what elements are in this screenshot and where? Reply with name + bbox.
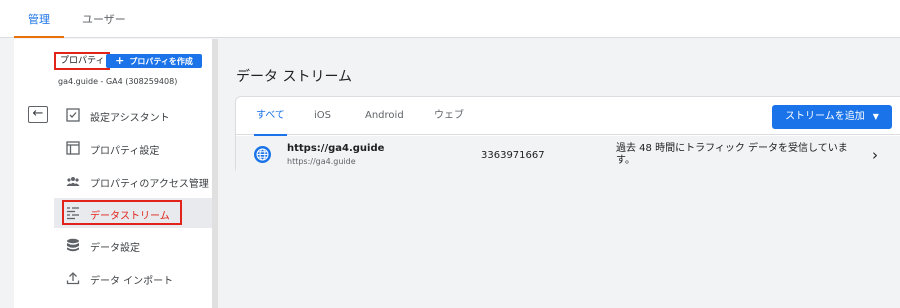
checklist-icon bbox=[66, 108, 80, 122]
stream-id: 3363971667 bbox=[481, 150, 545, 161]
sidebar-item-label: プロパティのアクセス管理 bbox=[90, 179, 209, 190]
sidebar-item-data-settings[interactable]: データ設定 bbox=[54, 230, 212, 260]
chevron-right-icon[interactable]: › bbox=[872, 146, 878, 164]
sidebar: プロパティ + プロパティを作成 ga4.guide - GA4 (3082594… bbox=[14, 39, 212, 308]
sidebar-item-label: プロパティ設定 bbox=[90, 146, 160, 157]
sidebar-item-label: データ設定 bbox=[90, 243, 140, 254]
tab-web[interactable]: ウェブ bbox=[434, 97, 464, 135]
tab-admin[interactable]: 管理 bbox=[14, 0, 64, 38]
create-property-button[interactable]: + プロパティを作成 bbox=[106, 54, 202, 68]
create-property-label: プロパティを作成 bbox=[129, 57, 193, 66]
plus-icon: + bbox=[115, 54, 125, 67]
people-icon bbox=[66, 177, 80, 186]
sidebar-item-data-import[interactable]: データ インポート bbox=[54, 263, 212, 293]
database-icon bbox=[67, 238, 79, 252]
back-arrow-icon[interactable]: ← bbox=[28, 106, 48, 123]
tab-android[interactable]: Android bbox=[365, 97, 404, 135]
add-stream-button[interactable]: ストリームを追加 ▼ bbox=[772, 105, 892, 129]
stream-card: すべて iOS Android ウェブ ストリームを追加 ▼ https://ga… bbox=[235, 96, 900, 174]
sidebar-scrollbar[interactable] bbox=[212, 39, 218, 308]
stream-status: 過去 48 時間にトラフィック データを受信しています。 bbox=[616, 143, 848, 166]
stream-name: https://ga4.guide bbox=[287, 143, 385, 154]
stream-row[interactable]: https://ga4.guide https://ga4.guide 3363… bbox=[236, 136, 900, 174]
tab-all[interactable]: すべて bbox=[254, 97, 287, 136]
property-subtitle: ga4.guide - GA4 (308259408) bbox=[58, 77, 178, 86]
data-streams-highlight bbox=[62, 200, 182, 225]
sidebar-item-setup-assistant[interactable]: 設定アシスタント bbox=[54, 100, 212, 130]
add-stream-label: ストリームを追加 bbox=[785, 111, 865, 122]
sidebar-item-property-settings[interactable]: プロパティ設定 bbox=[54, 133, 212, 163]
property-label[interactable]: プロパティ bbox=[54, 52, 111, 70]
stream-url: https://ga4.guide bbox=[287, 157, 356, 166]
page-title: データ ストリーム bbox=[236, 69, 353, 85]
top-tab-bar: 管理 ユーザー bbox=[0, 0, 900, 38]
caret-down-icon: ▼ bbox=[872, 112, 879, 121]
platform-tabs: すべて iOS Android ウェブ ストリームを追加 ▼ bbox=[236, 97, 900, 136]
sidebar-item-access-management[interactable]: プロパティのアクセス管理 bbox=[54, 166, 212, 196]
tab-user[interactable]: ユーザー bbox=[82, 0, 126, 38]
sidebar-item-label: データ インポート bbox=[90, 276, 174, 287]
property-settings-icon bbox=[66, 141, 80, 155]
globe-icon bbox=[254, 146, 271, 163]
sidebar-item-label: 設定アシスタント bbox=[90, 113, 170, 124]
tab-ios[interactable]: iOS bbox=[314, 97, 331, 135]
upload-icon bbox=[66, 272, 80, 285]
